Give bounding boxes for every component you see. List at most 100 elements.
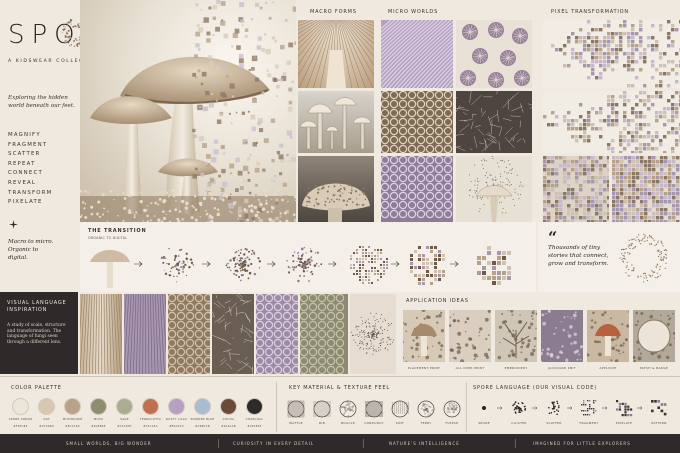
spore-code-icon <box>548 400 560 416</box>
keyword: REVEAL <box>8 179 37 186</box>
spore-code-icon <box>512 401 527 414</box>
keyword: REPEAT <box>8 160 36 167</box>
keyword-list: MAGNIFY FRAGMENT SCATTER REPEAT CONNECT … <box>8 131 68 208</box>
brand-intro: Exploring the hidden world beneath our f… <box>8 95 75 109</box>
vl-lilac-cells-image <box>256 294 298 374</box>
application-label: APPLIQUE <box>599 366 617 370</box>
keyword: CONNECT <box>8 170 43 177</box>
hero-mushroom-image <box>80 0 296 222</box>
arrow-right-icon <box>567 406 573 410</box>
material-swatch-icon <box>339 400 357 418</box>
color-swatch <box>38 398 55 415</box>
material-swatch-icon <box>443 400 461 418</box>
micro-lilac-folds-image <box>381 20 453 88</box>
color-swatch <box>12 398 29 415</box>
color-swatch <box>90 398 107 415</box>
color-palette-label: COLOR PALETTE <box>11 385 62 391</box>
pixel-fine-grid-image <box>612 156 680 222</box>
vl-burst-image <box>350 294 396 374</box>
spore-code-label: FRAGMENT <box>579 421 599 425</box>
swatch-name: OAT <box>43 417 50 421</box>
spore-code-label: PATTERN <box>651 421 667 425</box>
keyword: PIXELATE <box>8 199 43 206</box>
material-swatch-icon <box>313 400 331 418</box>
swatch-name: SAGE <box>120 417 129 421</box>
swatch-hex: #F2EDE4 <box>13 425 28 428</box>
spore-ring-icon <box>619 233 668 283</box>
transition-sequence <box>90 246 511 288</box>
spore-code-icon <box>581 400 597 416</box>
spore-language-label: SPORE LANGUAGE (OUR VISUAL CODE) <box>473 385 598 391</box>
spore-code-label: SCATTER <box>546 421 562 425</box>
material-swatch-icon <box>287 400 305 418</box>
swatch-hex: #A9BCCB <box>195 425 210 428</box>
application-thumbnail <box>495 310 537 362</box>
swatch-name: COCOA <box>222 417 235 421</box>
material-swatch-icon <box>365 400 383 418</box>
macro-dotted-cap-image <box>298 156 374 222</box>
application-label: EMBROIDERY <box>504 366 528 370</box>
vl-cells-image <box>168 294 210 374</box>
swatch-hex: #8A8B6E <box>91 425 106 428</box>
spore-code-label: PIXELATE <box>615 421 633 425</box>
swatch-hex: #A7AD8F <box>117 425 132 428</box>
micro-cells-image <box>381 91 453 153</box>
color-swatch <box>246 398 263 415</box>
footer-item: CURIOSITY IN EVERY DETAIL <box>233 441 315 446</box>
swatch-name: MUSHROOM <box>62 417 83 421</box>
footer-item: SMALL WORLDS, BIG WONDER <box>66 441 152 446</box>
material-label: WAFFLE <box>289 421 303 425</box>
swatch-name: TERRACOTTA <box>139 417 162 421</box>
color-swatch <box>194 398 211 415</box>
color-swatch <box>142 398 159 415</box>
color-swatch <box>168 398 185 415</box>
vl-gills-image <box>80 294 122 374</box>
material-swatch-icon <box>391 400 409 418</box>
application-ideas-label: APPLICATION IDEAS <box>406 298 469 304</box>
application-label: JACQUARD KNIT <box>548 366 576 370</box>
application-label: PLACEMENT PRINT <box>407 366 441 370</box>
visual-language-title: VISUAL LANGUAGE INSPIRATION <box>7 300 67 313</box>
arrow-right-icon <box>602 406 608 410</box>
application-thumbnail <box>633 310 675 362</box>
vl-lilac-gills-image <box>124 294 166 374</box>
material-label: TERRY <box>420 421 432 425</box>
transition-title: THE TRANSITION <box>88 228 147 234</box>
pixel-transformation-label: PIXEL TRANSFORMATION <box>551 9 629 15</box>
quote-text: Thousands of tiny stories that connect, … <box>548 245 609 267</box>
material-label: BOUCLE <box>340 421 356 425</box>
swatch-hex: #B9A3C3 <box>169 425 184 428</box>
pixel-grid-image <box>543 156 609 222</box>
color-swatch <box>64 398 81 415</box>
keyword: FRAGMENT <box>8 141 48 148</box>
swatch-hex: #B7A189 <box>65 425 80 428</box>
macro-gills-image <box>298 20 374 88</box>
material-feel-label: KEY MATERIAL & TEXTURE FEEL <box>289 385 390 391</box>
swatch-hex: #C47A5A <box>143 425 158 428</box>
material-label: CORDUROY <box>364 421 384 425</box>
sparkle-icon <box>9 220 18 229</box>
visual-language-text: A study of scale, structure and transfor… <box>7 323 66 345</box>
pixel-fragment-image <box>543 91 680 153</box>
color-swatch <box>220 398 237 415</box>
pixel-scatter-image <box>543 20 680 88</box>
macro-mushroom-cluster-image <box>298 91 374 153</box>
material-swatch-icon <box>417 400 435 418</box>
keyword: MAGNIFY <box>8 132 41 138</box>
arrow-right-icon <box>532 406 538 410</box>
application-thumbnail <box>541 310 583 362</box>
spore-code-icon <box>482 406 486 410</box>
macro-forms-label: MACRO FORMS <box>310 9 357 15</box>
spore-code-icon <box>616 400 633 417</box>
swatch-name: SPORE CREAM <box>8 417 33 421</box>
swatch-name: POWDER BLUE <box>190 417 215 421</box>
swatch-name: MOSS <box>93 417 104 421</box>
micro-spore-burst-image <box>456 156 532 222</box>
swatch-hex: #6A4A3B <box>221 425 236 428</box>
swatch-hex: #2E2E2E <box>247 425 262 428</box>
swatch-name: DUSTY LILAC <box>165 417 188 421</box>
swatch-name: CHARCOAL <box>245 417 264 421</box>
application-thumbnail <box>587 310 629 362</box>
spore-code-icon <box>651 400 667 416</box>
micro-lilac-cells-image <box>381 156 453 222</box>
